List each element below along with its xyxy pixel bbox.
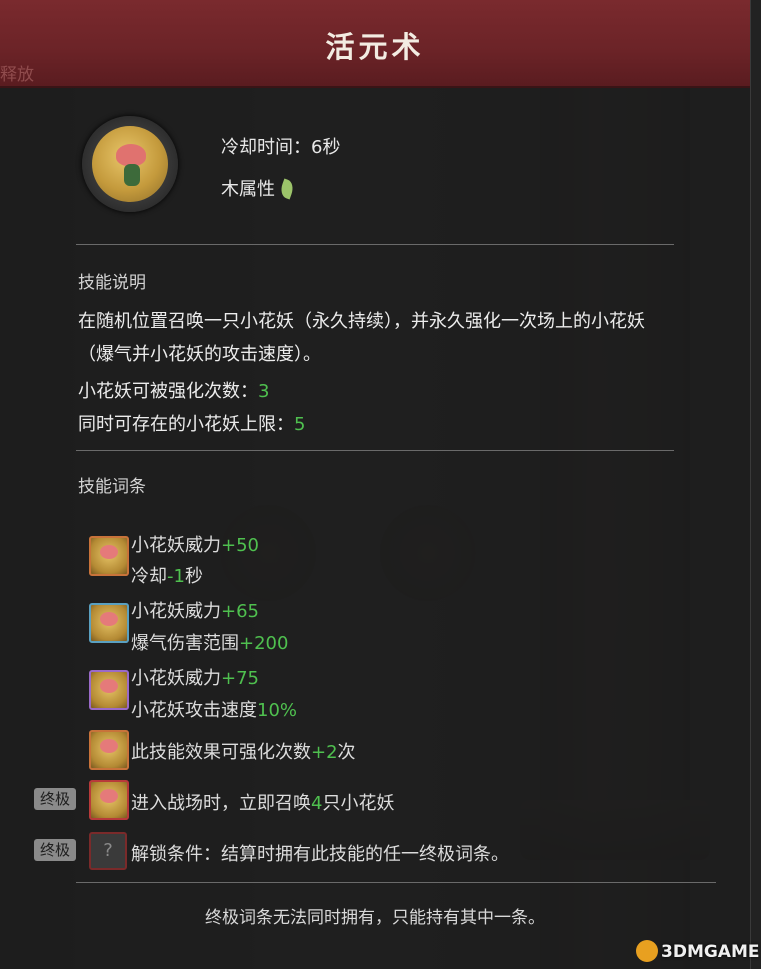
- footer-note: 终极词条无法同时拥有，只能持有其中一条。: [205, 908, 545, 928]
- entry-line: 此技能效果可强化次数+2次: [131, 738, 356, 764]
- entry-label: 小花妖攻击速度: [131, 700, 257, 721]
- watermark: 3DMGAME: [636, 940, 760, 962]
- skill-title: 活元术: [325, 30, 425, 64]
- entry-line: 冷却-1秒: [131, 562, 203, 588]
- entry-line: 小花妖攻击速度10%: [131, 696, 297, 722]
- entry-line: 爆气伤害范围+200: [131, 629, 288, 655]
- flower-sprite-icon: [82, 116, 178, 212]
- entry-value: 10%: [257, 700, 298, 721]
- sprite-head: [116, 144, 146, 166]
- sprite-limit-row: 同时可存在的小花妖上限：5: [78, 410, 305, 436]
- leaf-icon: [278, 178, 296, 200]
- ultimate-badge: 终极: [34, 839, 76, 861]
- entry-line: 小花妖威力+75: [131, 664, 259, 690]
- skill-icon-art: [92, 126, 168, 202]
- entries-heading: 技能词条: [78, 477, 146, 497]
- entry-suffix: 次: [337, 742, 356, 763]
- element-label: 木属性: [221, 179, 275, 200]
- entry-line: 小花妖威力+50: [131, 531, 259, 557]
- entry-label: 小花妖威力: [131, 601, 221, 622]
- entry-value: +2: [311, 742, 338, 763]
- title-bar: 释放 活元术: [0, 0, 750, 88]
- locked-entry-icon[interactable]: ?: [89, 832, 127, 870]
- entry-suffix: 只小花妖: [322, 793, 395, 814]
- cooldown-text: 冷却时间：6秒: [221, 137, 341, 158]
- element-row: 木属性: [221, 175, 296, 201]
- upgrade-count-value: 3: [258, 381, 270, 402]
- entry-value: -1: [167, 566, 185, 587]
- entry-label: 进入战场时，立即召唤: [131, 793, 311, 814]
- entry-line: 小花妖威力+65: [131, 597, 259, 623]
- entry-line: 进入战场时，立即召唤4只小花妖: [131, 789, 394, 815]
- entry-label: 此技能效果可强化次数: [131, 742, 311, 763]
- divider: [76, 882, 716, 883]
- entry-label: 小花妖威力: [131, 668, 221, 689]
- unlock-condition-text: 解锁条件：结算时拥有此技能的任一终极词条。: [131, 844, 509, 865]
- entry-value: 4: [311, 793, 323, 814]
- description-heading: 技能说明: [78, 273, 146, 293]
- entry-suffix: 秒: [184, 566, 203, 587]
- entry-label: 小花妖威力: [131, 535, 221, 556]
- entry-value: +75: [221, 668, 259, 689]
- divider: [76, 244, 674, 245]
- divider: [76, 450, 674, 451]
- watermark-logo-icon: [636, 940, 658, 962]
- sprite-limit-label: 同时可存在的小花妖上限：: [78, 414, 294, 435]
- upgrade-count-row: 小花妖可被强化次数：3: [78, 377, 269, 403]
- entry-icon[interactable]: [89, 536, 129, 576]
- sprite-body: [124, 164, 140, 186]
- skill-tooltip-panel: 释放 活元术 冷却时间：6秒 木属性 技能说明 在随机位置召唤一只小花妖（永久持…: [0, 0, 751, 969]
- ultimate-badge: 终极: [34, 788, 76, 810]
- entry-icon[interactable]: [89, 780, 129, 820]
- entry-label: 冷却: [131, 566, 167, 587]
- entry-value: +200: [239, 633, 289, 654]
- description-text: 在随机位置召唤一只小花妖（永久持续），并永久强化一次场上的小花妖（爆气并小花妖的…: [78, 311, 645, 365]
- entry-value: +65: [221, 601, 259, 622]
- upgrade-count-label: 小花妖可被强化次数：: [78, 381, 258, 402]
- entry-label: 爆气伤害范围: [131, 633, 239, 654]
- entry-icon[interactable]: [89, 730, 129, 770]
- sprite-limit-value: 5: [294, 414, 306, 435]
- entry-icon[interactable]: [89, 670, 129, 710]
- watermark-text: 3DMGAME: [661, 942, 760, 962]
- entry-icon[interactable]: [89, 603, 129, 643]
- entry-value: +50: [221, 535, 259, 556]
